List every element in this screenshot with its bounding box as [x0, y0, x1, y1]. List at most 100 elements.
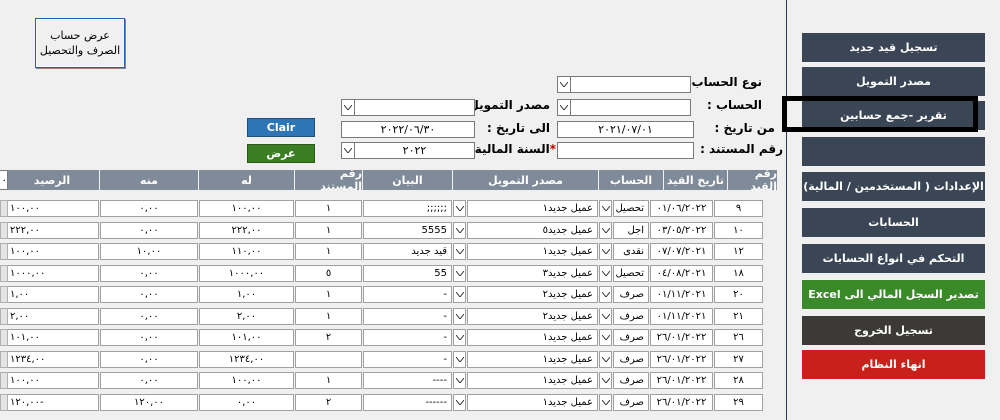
- table-row[interactable]: ١٢٣٤,٠٠ ٠,٠٠ ١٢٣٤,٠٠ - عميل جديد١ صرف ٢٦/٠١/٢٠…: [0, 349, 764, 370]
- cell-entry-date[interactable]: ٠١/١١/٢٠٢١: [650, 286, 713, 303]
- table-row[interactable]: ١٠٠,٠٠ ١٠,٠٠ ١١٠,٠٠ ١ قيد جديد عميل جديد١ نقدى…: [0, 241, 764, 262]
- chevron-down-icon[interactable]: [599, 393, 612, 411]
- cell-doc-no[interactable]: ٢: [295, 329, 362, 346]
- cell-entry-no[interactable]: ٢٨: [714, 372, 763, 389]
- chevron-down-icon[interactable]: [599, 243, 612, 260]
- cell-account[interactable]: صرف: [613, 393, 649, 411]
- cell-entry-date[interactable]: ٠١/٠٦/٢٠٢٢: [650, 200, 713, 217]
- chevron-down-icon[interactable]: [453, 200, 466, 217]
- show-expense-collection-button[interactable]: عرض حساب الصرف والتحصيل: [35, 18, 125, 68]
- chevron-down-icon[interactable]: [453, 264, 466, 282]
- table-row[interactable]: ١٠٠٠,٠٠ ٠,٠٠ ١٠٠٠,٠٠ ٥ 55 عميل جديد٣ تحصيل ٠٤/٠…: [0, 263, 764, 284]
- cell-description[interactable]: -: [363, 286, 452, 303]
- cell-entry-no[interactable]: ٩: [714, 200, 763, 217]
- chevron-down-icon[interactable]: [599, 372, 612, 389]
- cell-entry-date[interactable]: ٠٤/٠٨/٢٠٢١: [650, 264, 713, 282]
- account-type-select[interactable]: [557, 76, 691, 93]
- cell-description[interactable]: -: [363, 350, 452, 368]
- cell-from[interactable]: ٠,٠٠: [100, 221, 198, 239]
- chevron-down-icon[interactable]: [341, 142, 355, 159]
- cell-balance[interactable]: ٢٢٢,٠٠: [5, 221, 99, 239]
- cell-entry-no[interactable]: ٢٠: [714, 286, 763, 303]
- cell-balance[interactable]: ١٢٣٤,٠٠: [5, 350, 99, 368]
- cell-to[interactable]: ١٠٠,٠٠: [199, 372, 294, 389]
- cell-funding-source[interactable]: عميل جديد٥: [467, 221, 598, 239]
- cell-to[interactable]: ١١٠,٠٠: [199, 243, 294, 260]
- cell-entry-no[interactable]: ٢٩: [714, 393, 763, 411]
- cell-doc-no[interactable]: ١: [295, 221, 362, 239]
- from-date-field[interactable]: ٢٠٢١/٠٧/٠١: [557, 121, 694, 138]
- cell-doc-no[interactable]: ١: [295, 286, 362, 303]
- cell-from[interactable]: ١٠,٠٠: [100, 243, 198, 260]
- document-number-field[interactable]: [557, 142, 694, 159]
- row-selector[interactable]: [0, 372, 8, 389]
- chevron-down-icon[interactable]: [599, 200, 612, 217]
- cell-entry-no[interactable]: ٢٦: [714, 329, 763, 346]
- table-row[interactable]: ١٠١,٠٠ ٠,٠٠ ١٠١,٠٠ ٢- عميل جديد١ صرف ٢٦/٠١/٢٠٢…: [0, 327, 764, 348]
- cell-from[interactable]: ٠,٠٠: [100, 200, 198, 217]
- fiscal-year-select[interactable]: ٢٠٢٢: [341, 142, 475, 159]
- cell-balance[interactable]: ١٠٠,٠٠: [5, 200, 99, 217]
- cell-doc-no[interactable]: ١: [295, 243, 362, 260]
- cell-balance[interactable]: -١٢٠,٠٠: [5, 393, 99, 411]
- cell-entry-date[interactable]: ٢٦/٠١/٢٠٢٢: [650, 393, 713, 411]
- row-selector[interactable]: [0, 307, 8, 325]
- chevron-down-icon[interactable]: [341, 99, 355, 116]
- cell-funding-source[interactable]: عميل جديد٢: [467, 307, 598, 325]
- cell-description[interactable]: -: [363, 329, 452, 346]
- cell-to[interactable]: ١٢٣٤,٠٠: [199, 350, 294, 368]
- cell-account[interactable]: اجل: [613, 221, 649, 239]
- cell-funding-source[interactable]: عميل جديد٣: [467, 264, 598, 282]
- chevron-down-icon[interactable]: [453, 286, 466, 303]
- cell-entry-date[interactable]: ٢٦/٠١/٢٠٢٢: [650, 350, 713, 368]
- cell-account[interactable]: تحصيل: [613, 264, 649, 282]
- funding-source-select[interactable]: [341, 99, 475, 116]
- chevron-down-icon[interactable]: [599, 286, 612, 303]
- row-selector[interactable]: [0, 200, 8, 217]
- cell-entry-date[interactable]: ٢٦/٠١/٢٠٢٢: [650, 329, 713, 346]
- row-selector[interactable]: [0, 393, 8, 411]
- table-row[interactable]: ٢,٠٠ ٠,٠٠ ٢,٠٠ ١- عميل جديد٢ صرف ٠١/١١/٢٠٢١ ٢١: [0, 306, 764, 327]
- chevron-down-icon[interactable]: [599, 350, 612, 368]
- chevron-down-icon[interactable]: [453, 243, 466, 260]
- cell-to[interactable]: ١٠١,٠٠: [199, 329, 294, 346]
- new-entry-button[interactable]: تسجيل قيد جديد: [802, 33, 985, 62]
- cell-entry-no[interactable]: ١٨: [714, 264, 763, 282]
- chevron-down-icon[interactable]: [599, 307, 612, 325]
- cell-from[interactable]: ٠,٠٠: [100, 307, 198, 325]
- chevron-down-icon[interactable]: [599, 221, 612, 239]
- cell-funding-source[interactable]: عميل جديد٢: [467, 286, 598, 303]
- to-date-field[interactable]: ٢٠٢٢/٠٦/٣٠: [341, 121, 475, 138]
- cell-balance[interactable]: ٢,٠٠: [5, 307, 99, 325]
- cell-entry-date[interactable]: ٢٦/٠١/٢٠٢٢: [650, 372, 713, 389]
- cell-funding-source[interactable]: عميل جديد١: [467, 350, 598, 368]
- cell-to[interactable]: ٠,٠٠: [199, 393, 294, 411]
- row-selector[interactable]: [0, 350, 8, 368]
- cell-entry-no[interactable]: ١٠: [714, 221, 763, 239]
- cell-description[interactable]: ----: [363, 372, 452, 389]
- cell-balance[interactable]: ١٠٠,٠٠: [5, 243, 99, 260]
- chevron-down-icon[interactable]: [453, 350, 466, 368]
- cell-balance[interactable]: ١٠١,٠٠: [5, 329, 99, 346]
- logout-button[interactable]: تسجيل الخروج: [802, 316, 985, 345]
- chevron-down-icon[interactable]: [453, 307, 466, 325]
- clear-button[interactable]: Clair: [247, 118, 315, 137]
- cell-from[interactable]: ٠,٠٠: [100, 264, 198, 282]
- cell-funding-source[interactable]: عميل جديد١: [467, 393, 598, 411]
- chevron-down-icon[interactable]: [453, 393, 466, 411]
- cell-balance[interactable]: ١,٠٠: [5, 286, 99, 303]
- cell-from[interactable]: ٠,٠٠: [100, 286, 198, 303]
- row-selector[interactable]: [0, 243, 8, 260]
- cell-funding-source[interactable]: عميل جديد١: [467, 200, 598, 217]
- table-row[interactable]: ١,٠٠ ٠,٠٠ ١,٠٠ ١- عميل جديد٢ صرف ٠١/١١/٢٠٢١ ٢٠: [0, 284, 764, 305]
- show-button[interactable]: عرض: [247, 144, 315, 163]
- cell-balance[interactable]: ١٠٠٠,٠٠: [5, 264, 99, 282]
- cell-account[interactable]: صرف: [613, 307, 649, 325]
- cell-account[interactable]: تحصيل: [613, 200, 649, 217]
- export-excel-button[interactable]: تصدير السجل المالي الى Excel: [802, 280, 985, 309]
- blank-button[interactable]: [802, 137, 985, 166]
- cell-from[interactable]: ٠,٠٠: [100, 350, 198, 368]
- cell-description[interactable]: 5555: [363, 221, 452, 239]
- cell-entry-date[interactable]: ٠٧/٠٧/٢٠٢١: [650, 243, 713, 260]
- chevron-down-icon[interactable]: [453, 372, 466, 389]
